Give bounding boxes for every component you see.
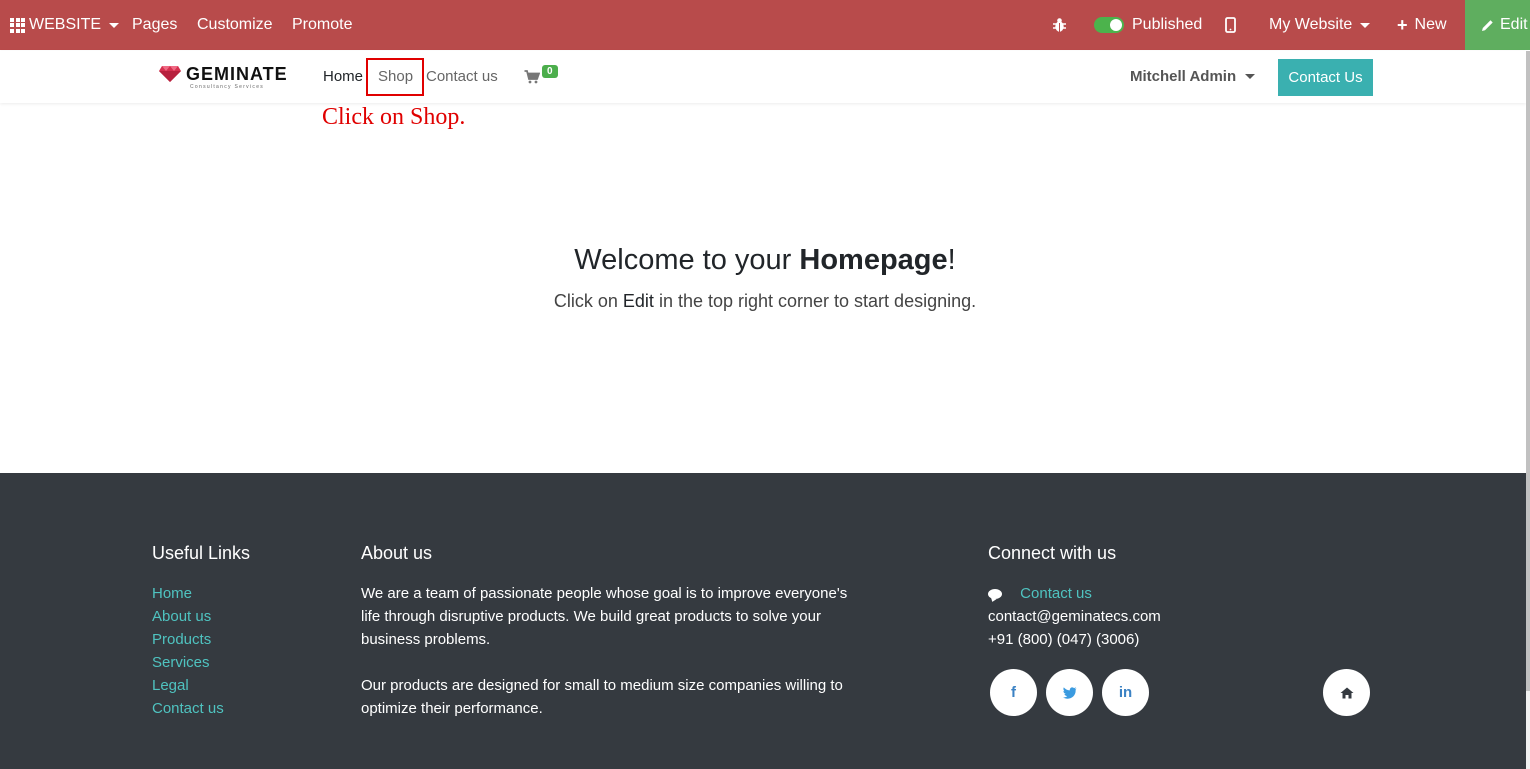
- footer-link-legal[interactable]: Legal: [152, 674, 250, 697]
- linkedin-button[interactable]: in: [1102, 669, 1149, 716]
- welcome-subtitle-suffix: in the top right corner to start designi…: [653, 291, 977, 311]
- user-name: Mitchell Admin: [1130, 68, 1237, 85]
- connect-column: Connect with us Contact us contact@gemin…: [988, 543, 1161, 651]
- instruction-annotation: Click on Shop.: [322, 104, 466, 130]
- home-button[interactable]: [1323, 669, 1370, 716]
- nav-contact-us[interactable]: Contact us: [426, 68, 498, 85]
- new-label: New: [1414, 16, 1447, 33]
- chevron-down-icon: [1360, 22, 1371, 28]
- promote-menu[interactable]: Promote: [292, 0, 352, 50]
- logo-text: GEMINATE: [186, 64, 288, 84]
- site-logo[interactable]: GEMINATE Consultancy Services: [158, 64, 288, 90]
- contact-phone: +91 (800) (047) (3006): [988, 631, 1140, 648]
- customize-menu[interactable]: Customize: [197, 0, 273, 50]
- twitter-icon: [1062, 686, 1076, 699]
- my-website-label: My Website: [1269, 16, 1353, 33]
- welcome-title-prefix: Welcome to your: [574, 244, 800, 276]
- shopping-cart-icon: [524, 70, 540, 84]
- user-menu[interactable]: Mitchell Admin: [1130, 68, 1256, 85]
- site-header: GEMINATE Consultancy Services Home Shop …: [0, 51, 1526, 103]
- pages-menu[interactable]: Pages: [132, 0, 177, 50]
- chevron-down-icon: [109, 22, 120, 28]
- apps-grid-icon: [10, 17, 25, 33]
- contact-email[interactable]: contact@geminatecs.com: [988, 605, 1161, 628]
- cart-count-badge: 0: [542, 65, 558, 78]
- about-us-paragraph-1: We are a team of passionate people whose…: [361, 585, 848, 648]
- website-admin-bar: WEBSITE Pages Customize Promote Publishe…: [0, 0, 1530, 50]
- scrollbar-thumb[interactable]: [1526, 51, 1530, 691]
- new-button[interactable]: + New: [1397, 0, 1447, 50]
- twitter-button[interactable]: [1046, 669, 1093, 716]
- debug-bug-button[interactable]: [1052, 0, 1067, 50]
- about-us-column: About us We are a team of passionate peo…: [361, 543, 851, 720]
- nav-home[interactable]: Home: [323, 68, 363, 85]
- contact-us-button[interactable]: Contact Us: [1278, 59, 1373, 96]
- home-icon: [1340, 687, 1353, 698]
- welcome-subtitle-bold: Edit: [622, 291, 654, 311]
- welcome-title: Welcome to your Homepage!: [0, 244, 1530, 277]
- gem-logo-icon: [159, 66, 181, 82]
- pencil-icon: [1482, 19, 1493, 31]
- website-menu-label: WEBSITE: [29, 16, 102, 33]
- useful-links-heading: Useful Links: [152, 543, 251, 563]
- welcome-subtitle: Click on Edit in the top right corner to…: [0, 291, 1530, 312]
- about-us-text: We are a team of passionate people whose…: [361, 582, 851, 720]
- about-us-heading: About us: [361, 543, 433, 563]
- footer-contact-us-link[interactable]: Contact us: [1020, 585, 1092, 602]
- facebook-button[interactable]: f: [990, 669, 1037, 716]
- published-label: Published: [1132, 16, 1203, 33]
- logo-subtitle: Consultancy Services: [190, 84, 265, 90]
- page-scrollbar[interactable]: [1526, 51, 1530, 769]
- toggle-switch-icon: [1094, 17, 1124, 33]
- footer-link-products[interactable]: Products: [152, 628, 250, 651]
- shop-highlight-box: [366, 58, 424, 96]
- linkedin-icon: in: [1118, 684, 1133, 701]
- about-us-paragraph-2: Our products are designed for small to m…: [361, 677, 843, 717]
- useful-links-column: Useful Links Home About us Products Serv…: [152, 543, 250, 720]
- comment-icon: [988, 589, 1002, 600]
- mobile-phone-icon: [1225, 17, 1236, 33]
- bug-icon: [1053, 18, 1066, 32]
- footer-link-home[interactable]: Home: [152, 582, 250, 605]
- cart-button[interactable]: 0: [524, 65, 558, 84]
- plus-icon: +: [1397, 14, 1408, 35]
- contact-us-row: Contact us: [988, 582, 1161, 605]
- edit-label: Edit: [1500, 16, 1528, 33]
- edit-button[interactable]: Edit: [1465, 0, 1530, 50]
- my-website-menu[interactable]: My Website: [1269, 0, 1371, 50]
- connect-heading: Connect with us: [988, 543, 1117, 563]
- facebook-icon: f: [1011, 684, 1016, 701]
- site-footer: Useful Links Home About us Products Serv…: [0, 473, 1526, 769]
- footer-link-about-us[interactable]: About us: [152, 605, 250, 628]
- welcome-title-bold: Homepage: [799, 244, 948, 276]
- welcome-title-suffix: !: [947, 244, 956, 276]
- mobile-preview-button[interactable]: [1225, 0, 1236, 50]
- welcome-subtitle-prefix: Click on: [553, 291, 623, 311]
- published-toggle[interactable]: Published: [1094, 0, 1202, 50]
- footer-link-services[interactable]: Services: [152, 651, 250, 674]
- footer-link-contact-us[interactable]: Contact us: [152, 697, 250, 720]
- website-app-menu[interactable]: WEBSITE: [10, 0, 120, 50]
- chevron-down-icon: [1245, 74, 1256, 79]
